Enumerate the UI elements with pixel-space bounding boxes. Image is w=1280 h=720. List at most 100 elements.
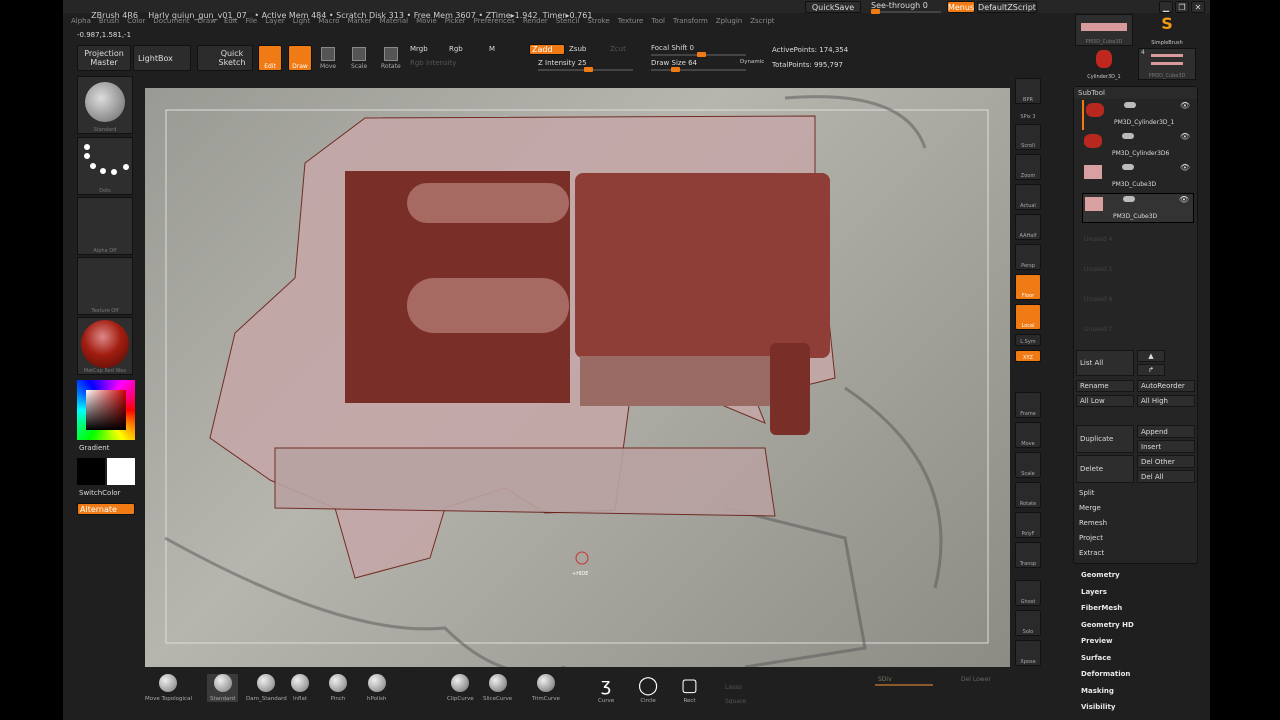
stroke-slot[interactable]: Dots xyxy=(77,137,133,195)
document-canvas[interactable]: +HIDE xyxy=(145,88,1010,674)
default-zscript-button[interactable]: DefaultZScript xyxy=(977,1,1037,13)
mrgb-button[interactable]: Mrgb xyxy=(410,45,428,53)
del-other-button[interactable]: Del Other xyxy=(1137,455,1195,468)
menus-button[interactable]: Menus xyxy=(947,1,975,13)
quick-sketch-button[interactable]: Quick Sketch xyxy=(197,45,253,71)
menu-edit[interactable]: Edit xyxy=(224,17,238,25)
shelf-l-sym-button[interactable]: L.Sym xyxy=(1015,334,1041,346)
shelf-transp-button[interactable]: Transp xyxy=(1015,542,1041,568)
section-fibermesh[interactable]: FiberMesh xyxy=(1081,604,1122,612)
square-button[interactable]: Square xyxy=(725,698,746,705)
shelf-solo-button[interactable]: Solo xyxy=(1015,610,1041,636)
shelf-scale-button[interactable]: Scale xyxy=(1015,452,1041,478)
menu-zplugin[interactable]: Zplugin xyxy=(716,17,742,25)
rgb-intensity-slider[interactable]: Rgb Intensity xyxy=(410,59,456,67)
sdiv-track[interactable] xyxy=(875,684,933,686)
shelf-actual-button[interactable]: Actual xyxy=(1015,184,1041,210)
shelf-xyz-button[interactable]: XYZ xyxy=(1015,350,1041,362)
shelf-ghost-button[interactable]: Ghost xyxy=(1015,580,1041,606)
lasso-button[interactable]: Lasso xyxy=(725,684,742,691)
sdiv-slider[interactable]: SDiv xyxy=(878,676,892,683)
brush-inflat[interactable]: Inflat xyxy=(291,674,309,702)
alternate-button[interactable]: Alternate xyxy=(77,503,135,515)
insert-button[interactable]: Insert xyxy=(1137,440,1195,453)
brush-slicecurve[interactable]: SliceCurve xyxy=(483,674,512,702)
brush-clipcurve[interactable]: ClipCurve xyxy=(447,674,474,702)
autoreorder-button[interactable]: AutoReorder xyxy=(1137,380,1195,392)
section-surface[interactable]: Surface xyxy=(1081,654,1111,662)
zadd-button[interactable]: Zadd xyxy=(529,44,565,55)
projection-master-button[interactable]: Projection Master xyxy=(77,45,131,71)
shelf-local-button[interactable]: Local xyxy=(1015,304,1041,330)
dynamic-button[interactable]: Dynamic xyxy=(740,59,764,65)
subtool-toggle[interactable] xyxy=(1123,196,1135,202)
scale-button[interactable]: Scale xyxy=(351,47,367,70)
shelf-polyf-button[interactable]: PolyF xyxy=(1015,512,1041,538)
delete-button[interactable]: Delete xyxy=(1076,455,1134,483)
menu-marker[interactable]: Marker xyxy=(347,17,371,25)
texture-slot[interactable]: Texture Off xyxy=(77,257,133,315)
menu-preferences[interactable]: Preferences xyxy=(474,17,515,25)
merge-button[interactable]: Merge xyxy=(1076,501,1195,515)
del-lower-button[interactable]: Del Lower xyxy=(961,676,991,683)
draw-button[interactable]: Draw xyxy=(288,45,312,71)
menu-brush[interactable]: Brush xyxy=(99,17,119,25)
lightbox-button[interactable]: LightBox xyxy=(133,45,191,71)
menu-texture[interactable]: Texture xyxy=(618,17,644,25)
see-through-track[interactable] xyxy=(871,9,941,14)
eye-icon[interactable]: 👁 xyxy=(1180,101,1190,110)
shelf-frame-button[interactable]: Frame xyxy=(1015,392,1041,418)
brush-pinch[interactable]: Pinch xyxy=(329,674,347,702)
brush-slot[interactable]: Standard xyxy=(77,76,133,134)
stroke-circle-button[interactable]: ◯ Circle xyxy=(638,676,658,705)
shelf-persp-button[interactable]: Persp xyxy=(1015,244,1041,270)
menu-color[interactable]: Color xyxy=(127,17,145,25)
switchcolor-button[interactable]: SwitchColor xyxy=(79,489,120,497)
color-saturation-square[interactable] xyxy=(86,390,126,430)
move-up-icon[interactable]: ▲ xyxy=(1137,350,1165,362)
menu-file[interactable]: File xyxy=(246,17,258,25)
zsub-button[interactable]: Zsub xyxy=(569,45,586,53)
menu-draw[interactable]: Draw xyxy=(198,17,216,25)
rotate-button[interactable]: Rotate xyxy=(381,47,401,70)
tool-thumb-4[interactable]: 4 PM3D_Cube3D xyxy=(1138,48,1196,80)
menu-render[interactable]: Render xyxy=(523,17,548,25)
restore-icon[interactable]: ❐ xyxy=(1175,1,1189,13)
project-button[interactable]: Project xyxy=(1076,531,1195,545)
all-high-button[interactable]: All High xyxy=(1137,395,1195,407)
minimize-icon[interactable]: ▁ xyxy=(1159,1,1173,13)
material-slot[interactable]: MatCap Red Wax xyxy=(77,317,133,375)
brush-standard[interactable]: Standard xyxy=(207,674,239,702)
menu-tool[interactable]: Tool xyxy=(651,17,665,25)
shelf-scroll-button[interactable]: Scroll xyxy=(1015,124,1041,150)
section-layers[interactable]: Layers xyxy=(1081,588,1107,596)
subtool-item[interactable]: 👁 PM3D_Cylinder3D6 xyxy=(1082,131,1194,161)
section-visibility[interactable]: Visibility xyxy=(1081,703,1115,711)
main-color-swatch[interactable] xyxy=(107,458,135,485)
menu-light[interactable]: Light xyxy=(293,17,310,25)
z-intensity-slider[interactable] xyxy=(538,67,633,72)
stroke-curve-button[interactable]: ʒ Curve xyxy=(598,676,614,705)
color-picker[interactable] xyxy=(77,380,135,440)
duplicate-button[interactable]: Duplicate xyxy=(1076,425,1134,453)
section-preview[interactable]: Preview xyxy=(1081,637,1113,645)
shelf-floor-button[interactable]: Floor xyxy=(1015,274,1041,300)
subtool-item[interactable]: 👁 PM3D_Cube3D xyxy=(1082,162,1194,192)
menu-zscript[interactable]: Zscript xyxy=(750,17,774,25)
menu-movie[interactable]: Movie xyxy=(416,17,437,25)
alpha-slot[interactable]: Alpha Off xyxy=(77,197,133,255)
remesh-button[interactable]: Remesh xyxy=(1076,516,1195,530)
section-deformation[interactable]: Deformation xyxy=(1081,670,1130,678)
subtool-item[interactable]: 👁 PM3D_Cylinder3D_1 xyxy=(1082,100,1194,130)
secondary-color-swatch[interactable] xyxy=(77,458,105,485)
brush-hpolish[interactable]: hPolish xyxy=(367,674,386,702)
subtool-toggle[interactable] xyxy=(1122,164,1134,170)
rgb-button[interactable]: Rgb xyxy=(449,45,463,53)
shelf-rotate-button[interactable]: Rotate xyxy=(1015,482,1041,508)
gradient-button[interactable]: Gradient xyxy=(79,444,109,452)
shelf-aahalf-button[interactable]: AAHalf xyxy=(1015,214,1041,240)
menu-layer[interactable]: Layer xyxy=(265,17,285,25)
edit-button[interactable]: Edit xyxy=(258,45,282,71)
rename-button[interactable]: Rename xyxy=(1076,380,1134,392)
focal-shift-slider[interactable] xyxy=(651,52,746,57)
